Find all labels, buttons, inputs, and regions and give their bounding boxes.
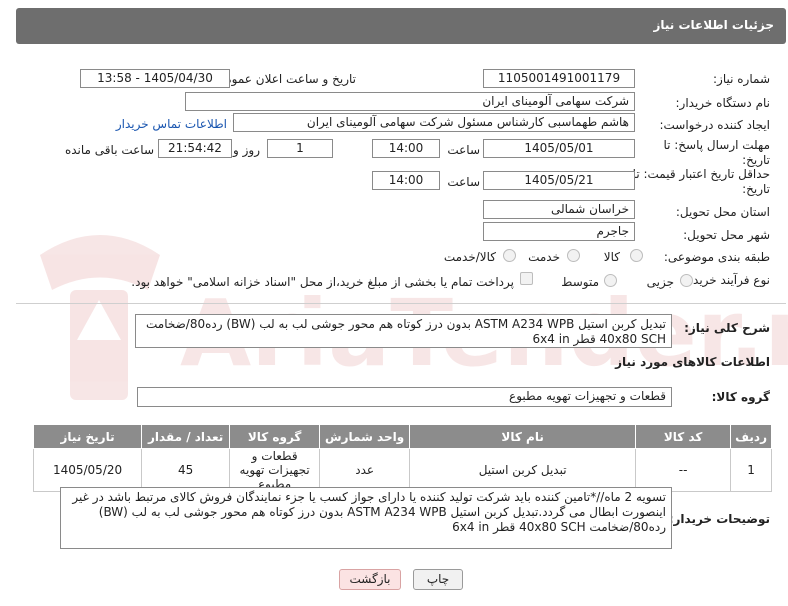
- category-goods-label: کالا: [603, 250, 620, 264]
- deadline-label: مهلت ارسال پاسخ: تا تاریخ:: [663, 138, 770, 167]
- goods-group-label: گروه کالا:: [711, 390, 770, 404]
- cell-qty: 45: [141, 448, 231, 492]
- items-table: ردیف کد کالا نام کالا واحد شمارش گروه کا…: [32, 424, 772, 492]
- buyer-contact-link[interactable]: اطلاعات تماس خریدار: [116, 117, 227, 131]
- announce-datetime-field: 1405/04/30 - 13:58: [80, 69, 230, 88]
- process-minor-radio[interactable]: [680, 274, 693, 287]
- days-remaining-field: 1: [267, 139, 333, 158]
- cell-group: قطعات و تجهیزات تهویه مطبوع: [229, 448, 321, 492]
- col-qty: تعداد / مقدار: [141, 424, 231, 449]
- process-medium-radio[interactable]: [604, 274, 617, 287]
- process-medium-label: متوسط: [561, 275, 599, 289]
- days-label: روز و: [233, 143, 260, 157]
- treasury-payment-note: پرداخت تمام یا بخشی از مبلغ خرید،از محل …: [131, 275, 514, 289]
- need-number-label: شماره نیاز:: [713, 72, 770, 86]
- back-button[interactable]: بازگشت: [339, 569, 401, 590]
- province-field: خراسان شمالی: [483, 200, 635, 219]
- deadline-date-field: 1405/05/01: [483, 139, 635, 158]
- category-goods-radio[interactable]: [630, 249, 643, 262]
- treasury-payment-checkbox[interactable]: [520, 272, 533, 285]
- remaining-time-label: ساعت باقی مانده: [64, 143, 154, 157]
- page-title: جزئیات اطلاعات نیاز: [653, 18, 774, 32]
- need-number-field: 1105001491001179: [483, 69, 635, 88]
- description-label: شرح کلی نیاز:: [684, 321, 770, 335]
- buyer-label: نام دستگاه خریدار:: [675, 96, 771, 110]
- category-service-radio[interactable]: [567, 249, 580, 262]
- goods-info-title: اطلاعات کالاهای مورد نیاز: [615, 355, 770, 369]
- table-row[interactable]: 1 -- تبدیل کربن استیل عدد قطعات و تجهیزا…: [32, 448, 772, 492]
- buyer-field: شرکت سهامی آلومینای ایران: [185, 92, 635, 111]
- page-header: جزئیات اطلاعات نیاز: [16, 8, 786, 44]
- validity-time-label: ساعت: [447, 175, 480, 189]
- col-group: گروه کالا: [229, 424, 321, 449]
- col-code: کد کالا: [635, 424, 732, 449]
- remaining-time-field: 21:54:42: [158, 139, 232, 158]
- deadline-time-label: ساعت: [447, 143, 480, 157]
- validity-time-field: 14:00: [372, 171, 440, 190]
- city-label: شهر محل تحویل:: [683, 228, 770, 242]
- col-name: نام کالا: [409, 424, 637, 449]
- col-row: ردیف: [730, 424, 772, 449]
- category-label: طبقه بندی موضوعی:: [663, 250, 770, 264]
- col-date: تاریخ نیاز: [32, 424, 143, 449]
- cell-name: تبدیل کربن استیل: [409, 448, 637, 492]
- announce-label: تاریخ و ساعت اعلان عمومی:: [211, 72, 356, 86]
- buyer-notes-textarea: تسویه 2 ماه//*تامین کننده باید شرکت تولی…: [60, 487, 672, 549]
- col-unit: واحد شمارش: [319, 424, 411, 449]
- city-field: جاجرم: [483, 222, 635, 241]
- description-textarea: تبدیل کربن استیل ASTM A234 WPB بدون درز …: [135, 314, 672, 348]
- province-label: استان محل تحویل:: [675, 205, 770, 219]
- print-button[interactable]: چاپ: [413, 569, 463, 590]
- deadline-time-field: 14:00: [372, 139, 440, 158]
- goods-group-field: قطعات و تجهیزات تهویه مطبوع: [137, 387, 672, 407]
- divider: [16, 303, 786, 304]
- cell-unit: عدد: [319, 448, 411, 492]
- table-header-row: ردیف کد کالا نام کالا واحد شمارش گروه کا…: [32, 424, 772, 449]
- process-label: نوع فرآیند خرید :: [685, 273, 770, 287]
- buyer-notes-label: توضیحات خریدار:: [668, 512, 770, 526]
- category-goods-service-radio[interactable]: [503, 249, 516, 262]
- cell-date: 1405/05/20: [32, 448, 143, 492]
- category-service-label: خدمت: [528, 250, 560, 264]
- process-minor-label: جزیی: [646, 275, 674, 289]
- requester-field: هاشم طهماسبی کارشناس مسئول شرکت سهامی آل…: [233, 113, 635, 132]
- cell-row: 1: [730, 448, 772, 492]
- category-goods-service-label: کالا/خدمت: [443, 250, 496, 264]
- validity-date-field: 1405/05/21: [483, 171, 635, 190]
- cell-code: --: [635, 448, 732, 492]
- validity-label: حداقل تاریخ اعتبار قیمت: تا تاریخ:: [632, 167, 770, 196]
- requester-label: ایجاد کننده درخواست:: [659, 118, 770, 132]
